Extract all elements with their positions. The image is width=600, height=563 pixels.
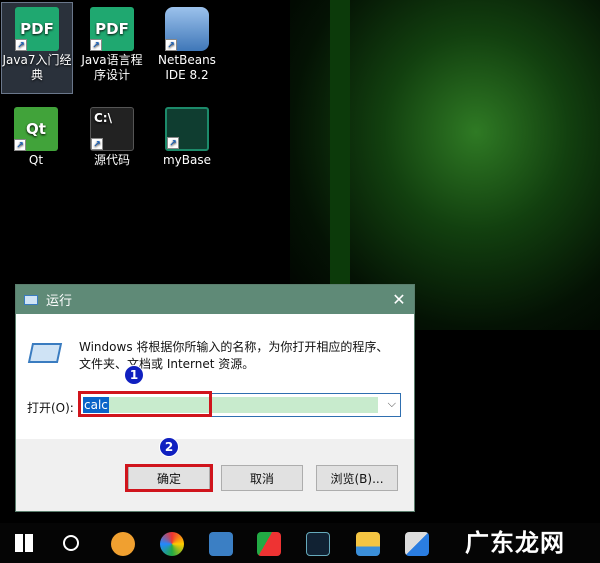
desktop-icon-source[interactable]: C:\ ↗ 源代码	[76, 103, 148, 168]
cmd-icon: C:\ ↗	[90, 107, 134, 151]
wifi-app-icon[interactable]	[111, 532, 135, 556]
folder-icon[interactable]	[356, 532, 380, 556]
icon-label: Java7入门经典	[2, 53, 72, 82]
icon-label: Java语言程序设计	[81, 53, 143, 82]
note-icon: ↗	[165, 107, 209, 151]
desktop-icon-java-lang[interactable]: PDF ↗ Java语言程序设计	[76, 3, 148, 83]
dialog-title: 运行	[46, 294, 73, 309]
open-label: 打开(O):	[27, 401, 74, 415]
step-badge-1: 1	[124, 365, 144, 385]
browse-button[interactable]: 浏览(B)...	[316, 465, 398, 491]
browser-icon[interactable]	[160, 532, 184, 556]
desktop-icon-mybase[interactable]: ↗ myBase	[151, 103, 223, 168]
app-icon[interactable]	[257, 532, 281, 556]
remote-desktop-icon[interactable]	[209, 532, 233, 556]
desktop-icon-netbeans[interactable]: ↗ NetBeans IDE 8.2	[151, 3, 223, 83]
desktop-icon-java7[interactable]: PDF ↗ Java7入门经典	[1, 2, 73, 94]
wallpaper-detail	[330, 0, 350, 300]
step-badge-2: 2	[159, 437, 179, 457]
cancel-button[interactable]: 取消	[221, 465, 303, 491]
highlight-box-input	[78, 391, 212, 417]
chevron-down-icon[interactable]: ⌵	[388, 397, 396, 411]
title-bar: 运行 ✕	[16, 285, 414, 314]
icon-label: myBase	[162, 153, 211, 167]
close-icon[interactable]: ✕	[384, 290, 414, 309]
run-app-icon	[27, 343, 63, 363]
translate-icon[interactable]	[405, 532, 429, 556]
pdf-icon: PDF ↗	[15, 7, 59, 51]
watermark: 广东龙网	[465, 529, 565, 557]
run-icon	[24, 294, 38, 305]
cube-icon: ↗	[165, 7, 209, 51]
qt-icon: Qt ↗	[14, 107, 58, 151]
icon-label: 源代码	[93, 153, 130, 167]
search-circle-icon[interactable]	[63, 535, 79, 551]
run-dialog: 运行 ✕ Windows 将根据你所输入的名称，为你打开相应的程序、文件夹、文档…	[15, 284, 415, 512]
icon-label: NetBeans IDE 8.2	[158, 53, 216, 82]
start-icon[interactable]	[15, 534, 33, 552]
highlight-box-ok	[125, 464, 213, 492]
pdf-icon: PDF ↗	[90, 7, 134, 51]
monitor-icon[interactable]	[306, 532, 330, 556]
desktop-icon-qt[interactable]: Qt ↗ Qt	[0, 103, 72, 168]
icon-label: Qt	[28, 153, 44, 167]
